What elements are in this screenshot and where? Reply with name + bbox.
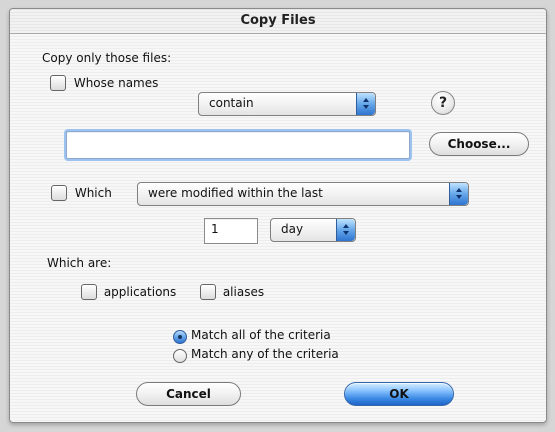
applications-label: applications [103, 284, 177, 299]
time-unit-value: day [281, 222, 304, 236]
which-checkbox[interactable] [51, 185, 67, 201]
popup-arrow-icon [356, 93, 375, 115]
popup-arrow-icon [449, 183, 468, 205]
aliases-label: aliases [222, 284, 265, 299]
whose-names-checkbox[interactable] [50, 75, 66, 91]
section-heading: Copy only those files: [42, 51, 172, 65]
title-bar: Copy Files [10, 9, 546, 34]
name-text-field[interactable] [66, 131, 410, 159]
whose-names-label: Whose names [73, 75, 159, 90]
help-icon[interactable]: ? [431, 91, 455, 115]
modified-condition-value: were modified within the last [148, 186, 323, 200]
which-are-label: Which are: [47, 256, 112, 270]
match-any-radio[interactable] [173, 349, 187, 363]
match-all-radio[interactable] [173, 330, 187, 344]
time-amount-value: 1 [211, 222, 219, 236]
modified-condition-select[interactable]: were modified within the last [137, 182, 469, 206]
window-title: Copy Files [240, 13, 316, 28]
time-amount-field[interactable]: 1 [204, 218, 258, 244]
which-row: Which [51, 185, 112, 201]
match-any-label: Match any of the criteria [191, 347, 339, 361]
aliases-checkbox[interactable] [200, 284, 216, 300]
time-unit-select[interactable]: day [270, 218, 356, 242]
applications-option: applications [81, 284, 176, 300]
popup-arrow-icon [336, 219, 355, 241]
match-any-option[interactable]: Match any of the criteria [173, 347, 339, 363]
cancel-button[interactable]: Cancel [136, 382, 241, 406]
choose-button[interactable]: Choose... [429, 132, 529, 156]
copy-files-dialog: Copy Files Copy only those files: Whose … [9, 8, 547, 423]
applications-checkbox[interactable] [81, 284, 97, 300]
aliases-option: aliases [200, 284, 264, 300]
match-all-label: Match all of the criteria [191, 328, 331, 342]
name-operator-value: contain [209, 96, 254, 110]
whose-names-row: Whose names [50, 75, 158, 91]
dialog-content: Copy only those files: Whose names conta… [10, 34, 546, 422]
name-operator-select[interactable]: contain [198, 92, 376, 116]
which-label: Which [74, 185, 112, 200]
ok-button[interactable]: OK [344, 382, 454, 406]
match-all-option[interactable]: Match all of the criteria [173, 328, 331, 344]
